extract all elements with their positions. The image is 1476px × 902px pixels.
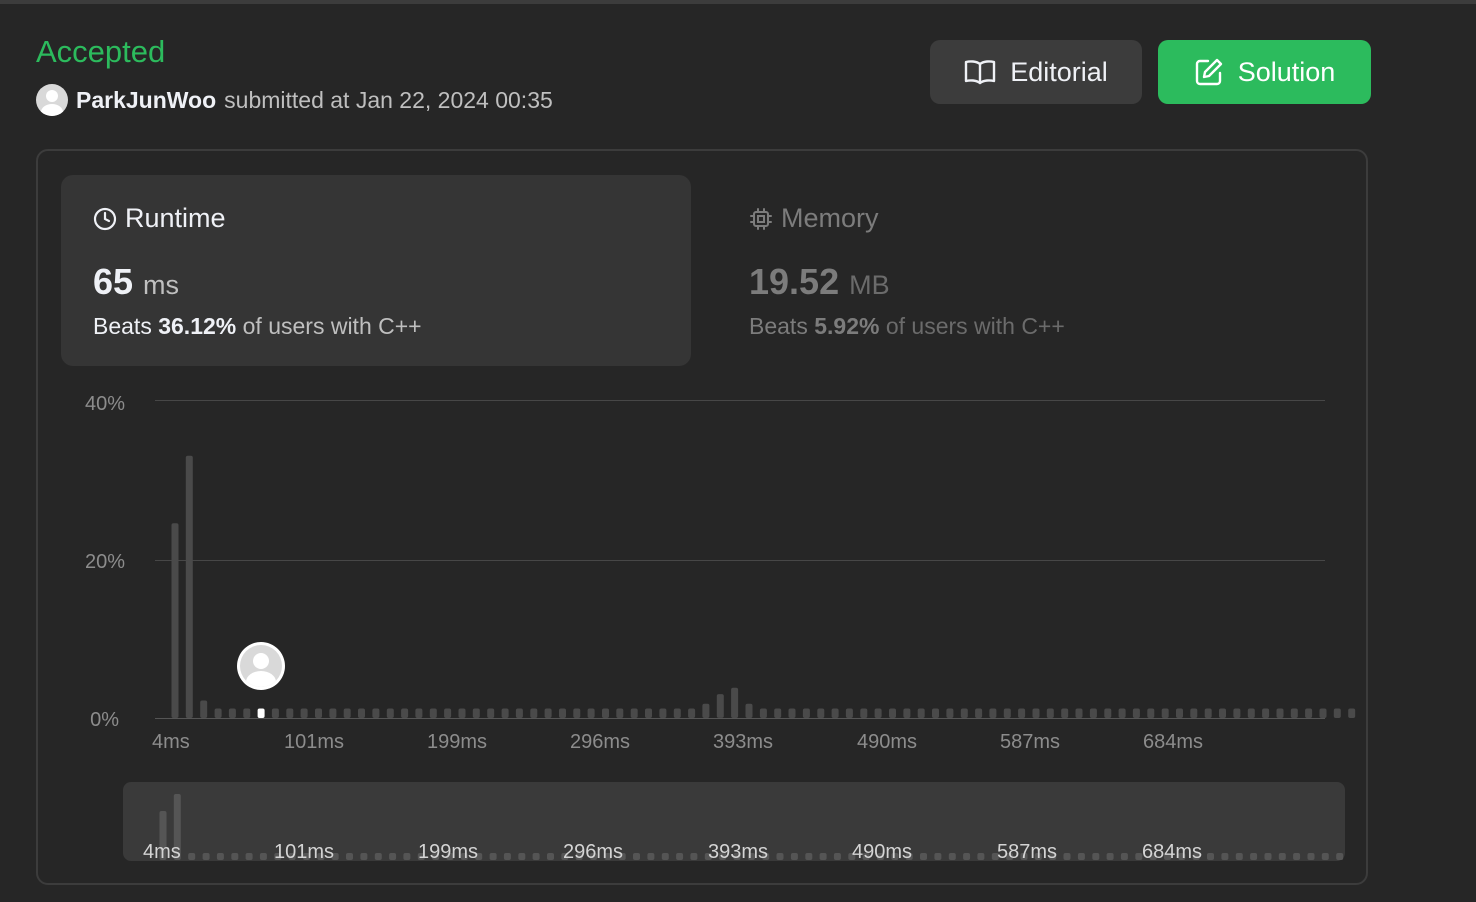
navigator-tick-label: 101ms bbox=[274, 841, 335, 863]
navigator-bar bbox=[1293, 853, 1301, 860]
navigator-bar bbox=[647, 853, 655, 860]
navigator-bar bbox=[1336, 853, 1344, 860]
navigator-bar bbox=[819, 853, 827, 860]
navigator-bar bbox=[532, 853, 540, 860]
navigator-bar bbox=[1307, 853, 1315, 860]
navigator-bar bbox=[403, 853, 411, 860]
navigator-bar bbox=[690, 853, 698, 860]
navigator-bar bbox=[1264, 853, 1272, 860]
navigator-bar bbox=[920, 853, 927, 860]
navigator-bar bbox=[1106, 853, 1114, 860]
navigator-tick-label: 4ms bbox=[143, 841, 181, 863]
navigator-bar bbox=[934, 853, 942, 860]
range-navigator-bars bbox=[159, 794, 1344, 860]
navigator-tick-label: 684ms bbox=[1142, 841, 1203, 863]
navigator-bar bbox=[202, 853, 210, 860]
navigator-bar bbox=[1092, 853, 1100, 860]
navigator-bar bbox=[245, 853, 253, 860]
navigator-bar bbox=[1278, 853, 1286, 860]
navigator-bar bbox=[389, 853, 397, 860]
navigator-bar bbox=[977, 853, 985, 860]
navigator-tick-label: 587ms bbox=[997, 841, 1058, 863]
navigator-bar bbox=[503, 853, 511, 860]
navigator-bar bbox=[489, 853, 497, 860]
navigator-bar bbox=[547, 853, 554, 860]
navigator-bar bbox=[1207, 853, 1214, 860]
navigator-bar bbox=[963, 853, 971, 860]
navigator-bar bbox=[790, 853, 798, 860]
navigator-bar bbox=[805, 853, 813, 860]
navigator-bar bbox=[676, 853, 684, 860]
navigator-bar bbox=[661, 853, 669, 860]
navigator-bar bbox=[360, 853, 368, 860]
navigator-bar bbox=[346, 853, 353, 860]
navigator-bar bbox=[1077, 853, 1085, 860]
navigator-bar bbox=[833, 853, 841, 860]
navigator-bar bbox=[231, 853, 239, 860]
navigator-bar bbox=[948, 853, 956, 860]
navigator-bar bbox=[633, 853, 640, 860]
navigator-bar bbox=[188, 853, 196, 860]
navigator-bar bbox=[776, 853, 784, 860]
navigator-bar bbox=[1321, 853, 1329, 860]
navigator-bar bbox=[1235, 853, 1243, 860]
navigator-bar bbox=[374, 853, 382, 860]
navigator-bar bbox=[518, 853, 526, 860]
navigator-bar bbox=[1063, 853, 1071, 860]
navigator-bar bbox=[1221, 853, 1229, 860]
navigator-bar bbox=[259, 853, 267, 860]
navigator-tick-label: 490ms bbox=[852, 841, 913, 863]
navigator-bar bbox=[1250, 853, 1258, 860]
navigator-tick-label: 393ms bbox=[708, 841, 769, 863]
navigator-bar bbox=[1120, 853, 1128, 860]
navigator-tick-label: 199ms bbox=[418, 841, 479, 863]
navigator-tick-label: 296ms bbox=[563, 841, 624, 863]
navigator-bar bbox=[216, 853, 224, 860]
